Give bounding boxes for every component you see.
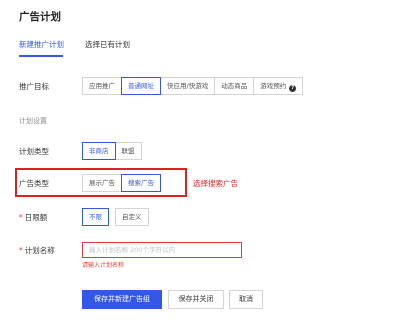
required-mark: * xyxy=(19,246,23,255)
ad-type-option-search[interactable]: 搜索广告 xyxy=(121,174,161,192)
annotation-note: 选择搜索广告 xyxy=(193,179,238,188)
save-and-new-adgroup-button[interactable]: 保存并新建广告组 xyxy=(82,290,162,309)
help-icon[interactable]: ? xyxy=(289,85,297,92)
plan-type-selector: 非商店 联盟 xyxy=(82,142,142,160)
target-label: 推广目标 xyxy=(19,82,49,91)
ad-type-selector: 展示广告 搜索广告 xyxy=(82,174,161,192)
plan-type-option-union[interactable]: 联盟 xyxy=(114,142,142,160)
cancel-button[interactable]: 取消 xyxy=(229,290,263,309)
target-option-game-booking[interactable]: 游戏预约? xyxy=(253,77,304,95)
target-option-quickapp[interactable]: 快应用/快游戏 xyxy=(160,77,216,95)
daily-limit-label: * 日限额 xyxy=(19,212,47,223)
plan-name-label: * 计划名称 xyxy=(19,245,55,256)
plan-type-option-non-store[interactable]: 非商店 xyxy=(82,142,116,160)
ad-type-label: 广告类型 xyxy=(19,179,49,188)
active-tab-underline xyxy=(19,55,63,57)
daily-limit-option-custom[interactable]: 自定义 xyxy=(115,208,149,226)
ad-type-option-display[interactable]: 展示广告 xyxy=(82,174,122,192)
game-booking-label: 游戏预约 xyxy=(260,82,287,90)
page-title: 广告计划 xyxy=(19,11,61,23)
plan-type-label: 计划类型 xyxy=(19,147,49,156)
tab-existing-plan[interactable]: 选择已有计划 xyxy=(85,39,130,50)
target-option-app[interactable]: 应用推广 xyxy=(82,77,122,95)
daily-limit-selector: 不限 自定义 xyxy=(82,208,155,226)
save-and-close-button[interactable]: 保存并关闭 xyxy=(168,290,224,309)
tab-new-plan[interactable]: 新建推广计划 xyxy=(19,39,64,50)
plan-name-input[interactable]: 输入计划名称 200个字符以内 xyxy=(82,242,242,258)
target-option-dynamic-goods[interactable]: 动态商品 xyxy=(214,77,255,95)
plan-name-label-text: 计划名称 xyxy=(24,246,55,255)
daily-limit-label-text: 日限额 xyxy=(24,213,48,222)
section-plan-settings: 计划设置 xyxy=(19,117,47,125)
target-option-url[interactable]: 普通网址 xyxy=(121,77,161,95)
required-mark: * xyxy=(19,213,23,222)
daily-limit-option-unlimited[interactable]: 不限 xyxy=(82,208,109,226)
plan-name-error: 请输入计划名称 xyxy=(82,262,125,269)
target-selector: 应用推广 普通网址 快应用/快游戏 动态商品 游戏预约? xyxy=(82,77,304,95)
